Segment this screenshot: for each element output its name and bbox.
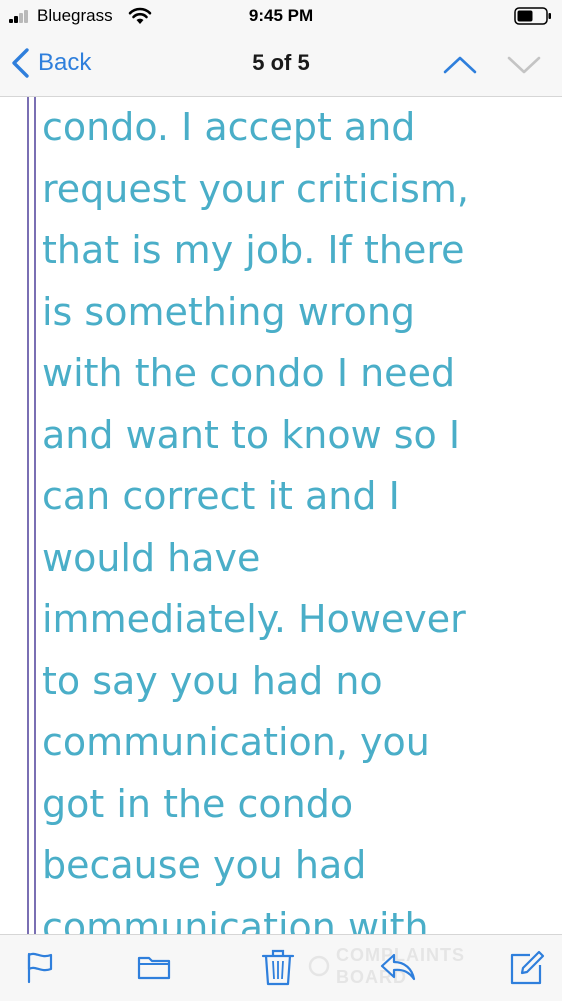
message-line: communication, you	[42, 720, 430, 764]
reply-icon[interactable]	[378, 949, 418, 985]
chevron-down-icon[interactable]	[504, 50, 544, 78]
navigation-bar: Back 5 of 5	[0, 32, 562, 97]
quote-bar	[27, 97, 29, 934]
message-text: condo. I accept and request your critici…	[42, 97, 562, 934]
folder-icon[interactable]	[136, 949, 172, 985]
back-label: Back	[38, 49, 92, 76]
compose-icon[interactable]	[508, 949, 546, 987]
message-line: that is my job. If there	[42, 228, 465, 272]
message-line: request your criticism,	[42, 166, 469, 211]
message-line: can correct it and I	[42, 474, 400, 518]
status-bar: Bluegrass 9:45 PM	[0, 0, 562, 32]
back-button[interactable]: Back	[10, 46, 91, 80]
flag-icon[interactable]	[22, 949, 58, 985]
watermark-icon	[308, 955, 330, 977]
chevron-up-icon[interactable]	[440, 50, 480, 78]
message-line: got in the condo	[42, 781, 354, 826]
battery-icon	[514, 7, 551, 25]
message-line: condo. I accept and	[42, 105, 416, 149]
message-line: and want to know so I	[42, 412, 461, 457]
message-line: because you had	[42, 843, 367, 887]
chevron-left-icon	[12, 48, 29, 78]
quote-bar	[34, 97, 36, 934]
bottom-toolbar: COMPLAINTS BOARD	[0, 934, 562, 1001]
message-line: is something wrong	[42, 289, 416, 334]
clock: 9:45 PM	[248, 6, 314, 25]
message-line: with the condo I need	[42, 351, 456, 395]
message-line: communication with	[42, 904, 429, 935]
message-body[interactable]: condo. I accept and request your critici…	[0, 97, 562, 934]
message-line: would have	[42, 535, 261, 580]
message-line: to say you had no	[42, 658, 383, 703]
trash-icon[interactable]	[259, 947, 297, 987]
message-line: immediately. However	[42, 597, 466, 641]
